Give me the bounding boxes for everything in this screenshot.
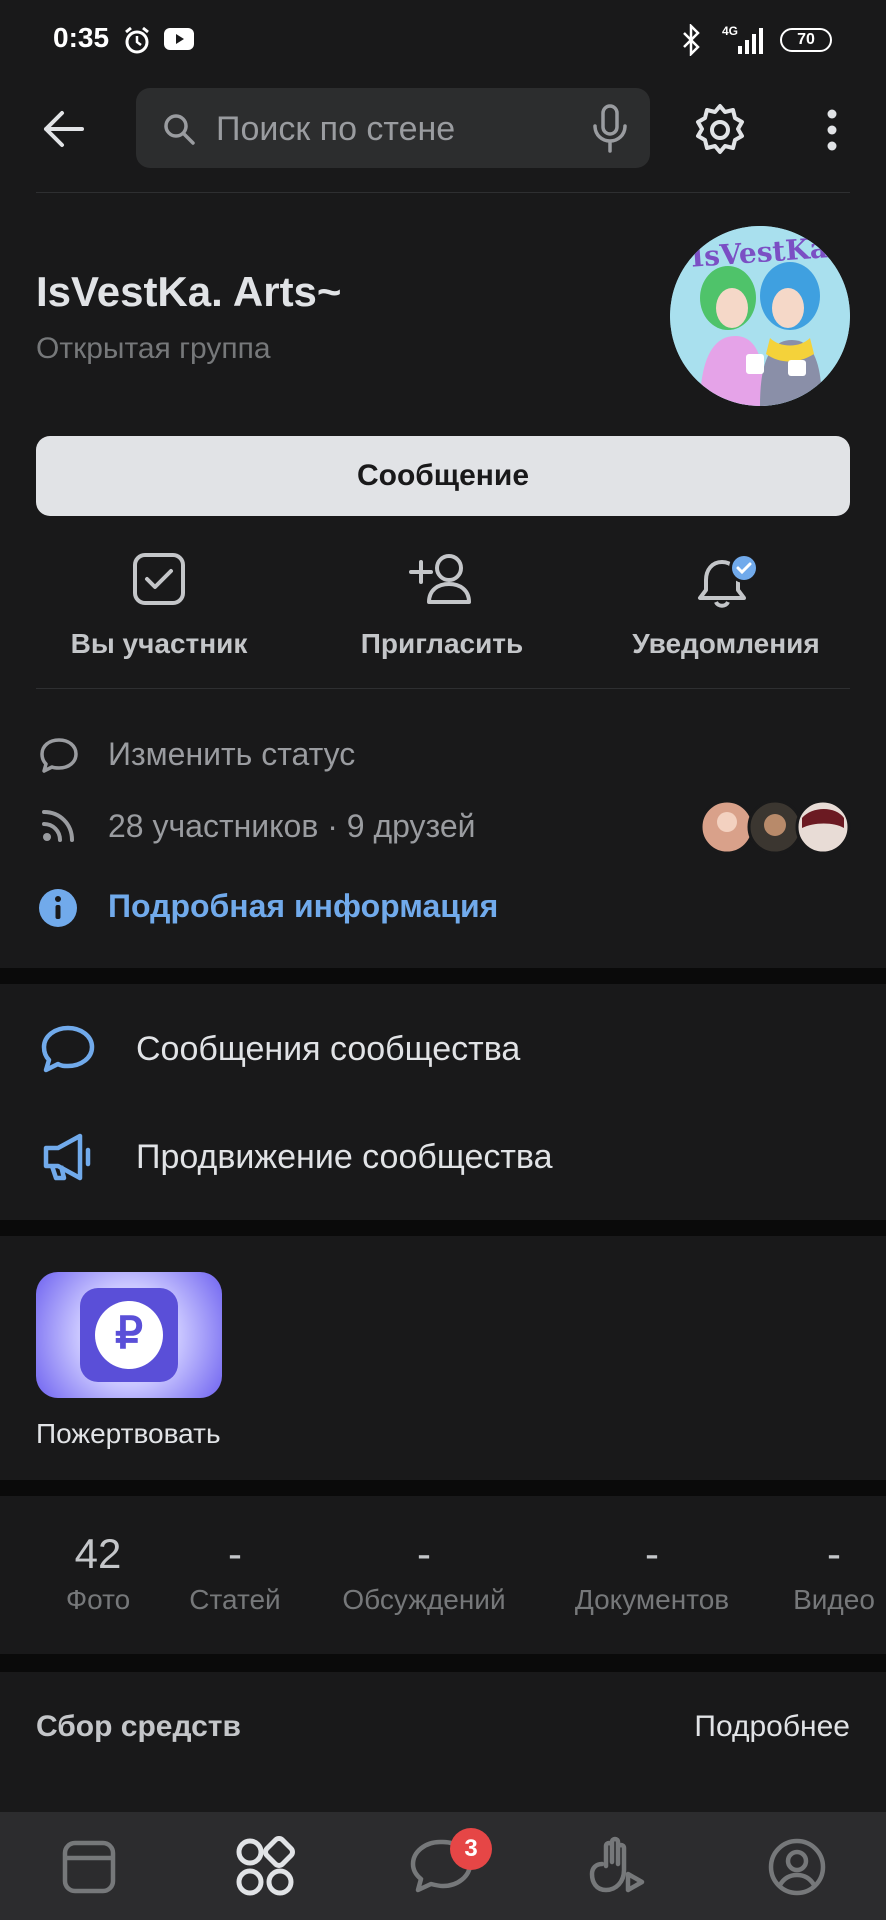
back-arrow-icon[interactable] (40, 106, 86, 152)
detailed-info-link[interactable]: Подробная информация (108, 888, 498, 925)
status-bar: 0:35 4G 70 (0, 0, 886, 80)
counter-videos-label: Видео (793, 1584, 875, 1615)
members-count[interactable]: 28 участников · 9 друзей (108, 808, 476, 845)
friends-avatar-stack (699, 799, 851, 855)
feed-tab-icon[interactable] (54, 1832, 124, 1902)
counter-discussions-label: Обсуждений (342, 1584, 506, 1615)
screen: 0:35 4G 70 Поиск по стене IsVestKa. Arts… (0, 0, 886, 1920)
header-divider (36, 192, 850, 193)
invite-label: Пригласить (360, 628, 524, 659)
group-avatar[interactable]: IsVestKa (670, 226, 850, 406)
search-placeholder: Поиск по стене (216, 110, 456, 148)
member-label: Вы участник (70, 628, 248, 659)
bell-icon (698, 553, 759, 608)
community-messages-item[interactable]: Сообщения сообщества (136, 1030, 520, 1069)
avatar-illustration: IsVestKa (670, 226, 850, 406)
group-type: Открытая группа (36, 332, 271, 365)
battery-indicator: 70 (780, 28, 832, 52)
services-tab-icon[interactable] (230, 1832, 300, 1902)
more-vertical-icon[interactable] (820, 106, 844, 154)
microphone-icon[interactable] (590, 104, 630, 154)
friends-avatars[interactable] (699, 799, 852, 855)
profile-tab-icon[interactable] (762, 1832, 832, 1902)
counter-videos[interactable]: - Видео (784, 1530, 884, 1616)
counter-articles-label: Статей (189, 1584, 281, 1615)
counter-photos-value: 42 (74, 1530, 122, 1577)
change-status-link[interactable]: Изменить статус (108, 736, 355, 773)
youtube-icon (164, 28, 194, 50)
clips-tab-icon[interactable] (584, 1832, 654, 1902)
community-promotion-item[interactable]: Продвижение сообщества (136, 1138, 553, 1177)
counter-discussions[interactable]: - Обсуждений (324, 1530, 524, 1616)
counter-articles-value: - (228, 1530, 242, 1577)
info-icon (39, 889, 77, 927)
counter-documents-label: Документов (574, 1584, 730, 1615)
donate-label[interactable]: Пожертвовать (36, 1418, 221, 1450)
donate-app-tile[interactable]: ₽ (36, 1272, 222, 1398)
signal-icon (738, 28, 763, 54)
search-input[interactable]: Поиск по стене (136, 88, 650, 168)
actions-divider (36, 688, 850, 689)
fundraising-more-link[interactable]: Подробнее (620, 1710, 850, 1744)
message-button[interactable]: Сообщение (36, 436, 850, 516)
counter-discussions-value: - (417, 1530, 431, 1577)
counter-articles[interactable]: - Статей (175, 1530, 295, 1616)
counter-documents[interactable]: - Документов (552, 1530, 752, 1616)
counter-photos-label: Фото (65, 1584, 131, 1615)
messages-badge: 3 (450, 1828, 492, 1870)
add-user-icon (409, 554, 471, 604)
community-menu-block (0, 984, 886, 1220)
bottom-tab-bar (0, 1812, 886, 1920)
community-messages-icon (41, 1025, 95, 1073)
status-bubble-icon (40, 738, 78, 773)
status-time: 0:35 (53, 22, 110, 53)
counter-photos[interactable]: 42 Фото (48, 1530, 148, 1616)
counter-videos-value: - (827, 1530, 841, 1577)
checkbox-icon (133, 553, 185, 605)
alarm-icon (125, 26, 149, 54)
gear-icon[interactable] (692, 102, 748, 158)
megaphone-icon (43, 1133, 91, 1181)
counter-documents-value: - (645, 1530, 659, 1577)
rss-members-icon (42, 810, 74, 842)
notifications-label: Уведомления (632, 628, 820, 659)
donate-app-icon: ₽ (80, 1288, 178, 1382)
bluetooth-icon (683, 24, 700, 56)
search-icon (164, 114, 195, 145)
ruble-symbol: ₽ (115, 1309, 143, 1358)
group-name: IsVestKa. Arts~ (36, 268, 342, 315)
fundraising-title: Сбор средств (36, 1710, 241, 1743)
